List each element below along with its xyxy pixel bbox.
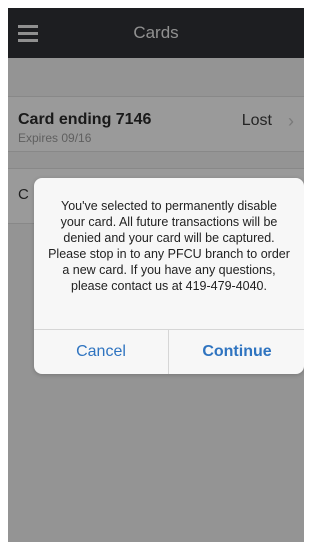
dialog-message: You've selected to permanently disable y… xyxy=(48,199,290,293)
alert-dialog: You've selected to permanently disable y… xyxy=(34,178,304,374)
dialog-buttons: Cancel Continue xyxy=(34,329,304,374)
phone-screen: Cards Card ending 7146 Expires 09/16 Los… xyxy=(8,8,304,542)
continue-button[interactable]: Continue xyxy=(170,330,304,374)
cancel-button[interactable]: Cancel xyxy=(34,330,169,374)
